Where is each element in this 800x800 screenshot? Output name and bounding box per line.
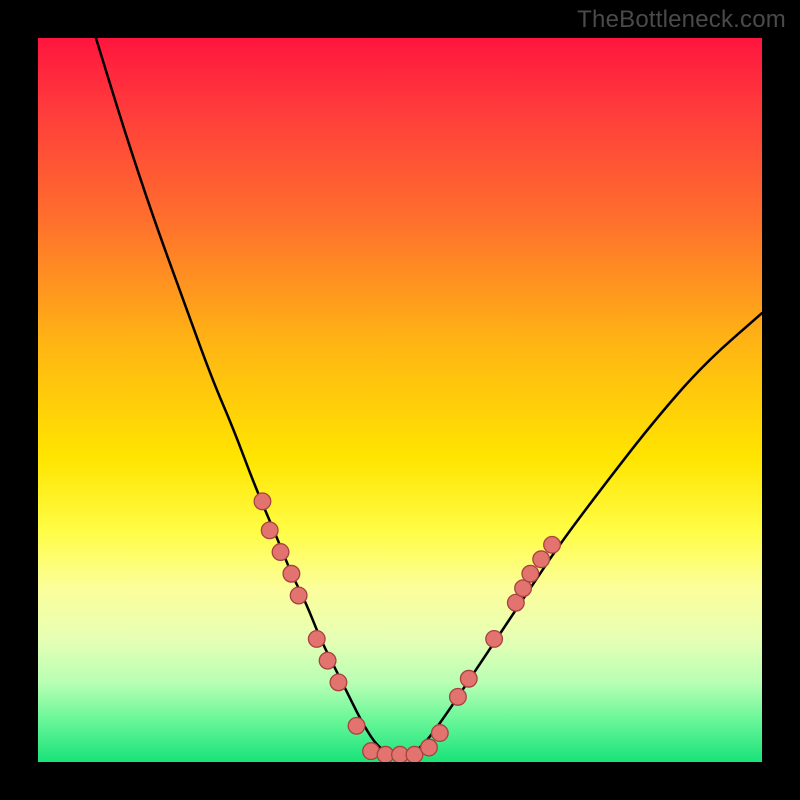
data-marker xyxy=(431,725,448,742)
data-marker xyxy=(290,587,307,604)
data-marker xyxy=(421,739,438,756)
data-marker xyxy=(283,565,300,582)
data-marker xyxy=(486,631,503,648)
data-marker xyxy=(348,717,365,734)
plot-area xyxy=(38,38,762,762)
bottleneck-curve xyxy=(96,38,762,755)
data-marker xyxy=(533,551,550,568)
data-marker xyxy=(272,544,289,561)
watermark-text: TheBottleneck.com xyxy=(577,6,786,34)
chart-svg xyxy=(38,38,762,762)
data-marker xyxy=(254,493,271,510)
data-marker xyxy=(319,652,336,669)
chart-frame: TheBottleneck.com xyxy=(0,0,800,800)
data-marker xyxy=(460,670,477,687)
data-marker xyxy=(450,689,467,706)
data-markers xyxy=(254,493,560,762)
data-marker xyxy=(544,536,561,553)
data-marker xyxy=(308,631,325,648)
data-marker xyxy=(522,565,539,582)
data-marker xyxy=(261,522,278,539)
data-marker xyxy=(330,674,347,691)
